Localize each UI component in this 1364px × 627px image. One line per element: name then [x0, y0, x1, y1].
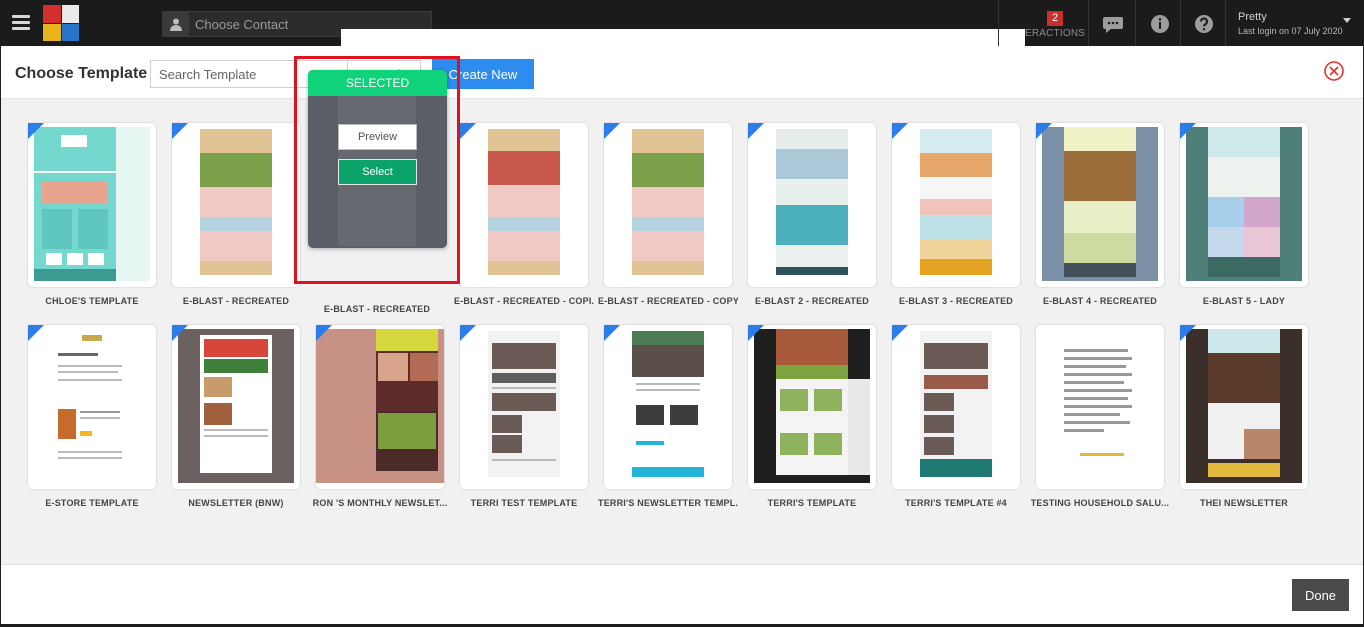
template-name: NEWSLETTER (BNW)	[188, 498, 284, 508]
select-button[interactable]: Select	[338, 159, 417, 185]
corner-flag	[748, 123, 764, 139]
corner-flag	[172, 123, 188, 139]
template-card[interactable]: TERRI'S TEMPLATE	[748, 325, 876, 508]
toolbar-divider	[1180, 0, 1181, 46]
template-name: E-BLAST - RECREATED	[323, 304, 431, 314]
last-login-text: Last login on 07 July 2020	[1238, 26, 1343, 36]
template-thumbnail	[28, 123, 156, 287]
template-name: E-BLAST 4 - RECREATED	[1042, 296, 1158, 306]
template-card[interactable]: TERRI TEST TEMPLATE	[460, 325, 588, 508]
info-icon[interactable]	[1149, 13, 1171, 35]
user-name: Pretty	[1238, 11, 1267, 23]
template-grid: CHLOE'S TEMPLATE E-BLAST - RECREATED E-B…	[1, 99, 1363, 564]
template-thumbnail	[604, 325, 732, 489]
template-name: THEI NEWSLETTER	[1200, 498, 1288, 508]
template-name: E-STORE TEMPLATE	[45, 498, 139, 508]
template-thumbnail	[1036, 325, 1164, 489]
corner-flag	[604, 325, 620, 341]
help-icon[interactable]	[1193, 13, 1215, 35]
template-card[interactable]: E-STORE TEMPLATE	[28, 325, 156, 508]
template-thumbnail	[748, 325, 876, 489]
template-thumbnail	[172, 123, 300, 287]
template-name: RON 'S MONTHLY NEWSLET...	[312, 498, 448, 508]
template-thumbnail	[892, 325, 1020, 489]
template-card[interactable]: CHLOE'S TEMPLATE	[28, 123, 156, 306]
template-name: CHLOE'S TEMPLATE	[45, 296, 139, 306]
corner-flag	[1180, 123, 1196, 139]
template-thumbnail	[28, 325, 156, 489]
close-icon[interactable]	[1323, 60, 1345, 82]
template-name: E-BLAST - RECREATED - COPI...	[454, 296, 594, 306]
corner-flag	[604, 123, 620, 139]
top-navigation-bar: 2 ERACTIONS Pretty Last login on 07 July…	[0, 0, 1364, 46]
template-thumbnail	[460, 325, 588, 489]
template-card[interactable]: TERRI'S TEMPLATE #4	[892, 325, 1020, 508]
toolbar-divider	[1088, 0, 1089, 46]
template-card[interactable]: TESTING HOUSEHOLD SALU...	[1031, 325, 1169, 508]
template-card[interactable]: NEWSLETTER (BNW)	[172, 325, 300, 508]
template-thumbnail	[172, 325, 300, 489]
template-name: TERRI'S TEMPLATE #4	[905, 498, 1007, 508]
app-logo[interactable]	[43, 5, 79, 41]
interactions-button[interactable]: 2 ERACTIONS	[1025, 8, 1085, 40]
template-card[interactable]: E-BLAST - RECREATED - COPY	[598, 123, 738, 306]
modal-title: Choose Template	[15, 65, 148, 82]
selected-template-card[interactable]: SELECTED Preview Select	[308, 70, 447, 248]
selected-banner: SELECTED	[308, 70, 447, 96]
modal-header: Choose Template Search Create New	[1, 46, 1363, 99]
corner-flag	[316, 325, 332, 341]
toolbar-divider	[1225, 0, 1226, 46]
interactions-label: ERACTIONS	[1025, 28, 1086, 39]
template-card[interactable]: RON 'S MONTHLY NEWSLET...	[313, 325, 447, 508]
template-name: TERRI TEST TEMPLATE	[470, 498, 578, 508]
template-thumbnail	[460, 123, 588, 287]
template-name: TESTING HOUSEHOLD SALU...	[1030, 498, 1170, 508]
template-name: TERRI'S NEWSLETTER TEMPL...	[598, 498, 738, 508]
template-card[interactable]: TERRI'S NEWSLETTER TEMPL...	[598, 325, 738, 508]
toolbar-divider	[1135, 0, 1136, 46]
toolbar-divider	[998, 0, 999, 46]
template-name: E-BLAST 5 - LADY	[1202, 296, 1286, 306]
modal-footer: Done	[1, 564, 1363, 624]
corner-flag	[892, 325, 908, 341]
user-icon	[163, 12, 189, 36]
template-thumbnail	[1180, 123, 1308, 287]
template-card[interactable]: E-BLAST - RECREATED - COPI...	[454, 123, 594, 306]
done-button[interactable]: Done	[1292, 579, 1349, 611]
template-card[interactable]: E-BLAST 4 - RECREATED	[1036, 123, 1164, 306]
corner-flag	[172, 325, 188, 341]
template-thumbnail	[748, 123, 876, 287]
template-thumbnail	[316, 325, 444, 489]
corner-flag	[28, 325, 44, 341]
template-card[interactable]: THEI NEWSLETTER	[1180, 325, 1308, 508]
preview-button[interactable]: Preview	[338, 124, 417, 150]
corner-flag	[460, 325, 476, 341]
hamburger-menu-icon[interactable]	[12, 15, 30, 31]
user-menu[interactable]: Pretty Last login on 07 July 2020	[1238, 11, 1343, 36]
corner-flag	[460, 123, 476, 139]
template-name: E-BLAST 3 - RECREATED	[898, 296, 1014, 306]
template-name: E-BLAST 2 - RECREATED	[754, 296, 870, 306]
loading-strip	[341, 29, 1025, 46]
corner-flag	[892, 123, 908, 139]
template-card[interactable]: E-BLAST 5 - LADY	[1180, 123, 1308, 306]
choose-template-modal: Choose Template Search Create New	[1, 46, 1363, 624]
template-card[interactable]: E-BLAST - RECREATED	[172, 123, 300, 306]
corner-flag	[748, 325, 764, 341]
chat-icon[interactable]	[1102, 13, 1124, 35]
template-name: E-BLAST - RECREATED - COPY	[598, 296, 738, 306]
template-card[interactable]: E-BLAST 2 - RECREATED	[748, 123, 876, 306]
corner-flag	[1180, 325, 1196, 341]
template-thumbnail	[1036, 123, 1164, 287]
template-thumbnail	[892, 123, 1020, 287]
template-name: E-BLAST - RECREATED	[182, 296, 290, 306]
interactions-count-badge: 2	[1046, 11, 1064, 26]
template-thumbnail	[604, 123, 732, 287]
corner-flag	[1036, 123, 1052, 139]
caret-down-icon[interactable]	[1343, 18, 1351, 23]
corner-flag	[28, 123, 44, 139]
template-card[interactable]: E-BLAST 3 - RECREATED	[892, 123, 1020, 306]
template-thumbnail	[1180, 325, 1308, 489]
template-name: TERRI'S TEMPLATE	[767, 498, 857, 508]
